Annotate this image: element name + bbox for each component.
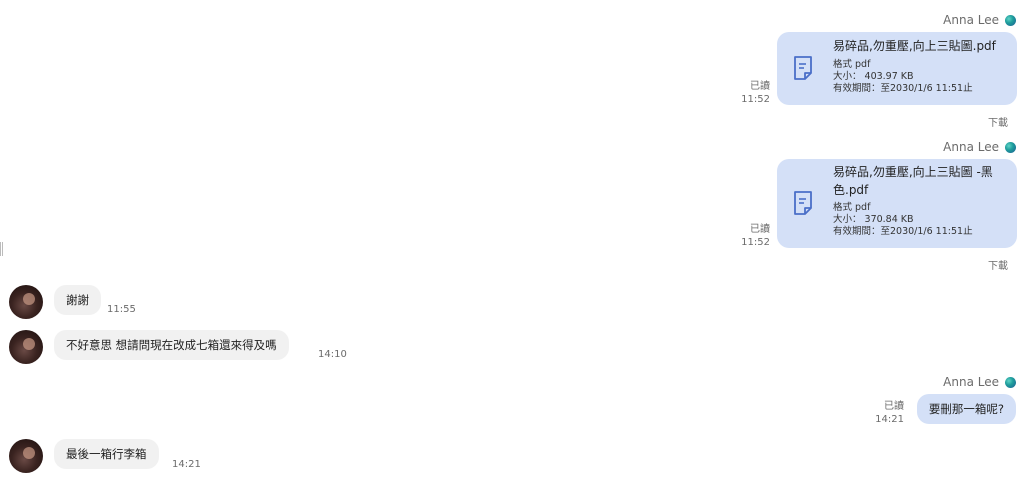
online-status-icon (1005, 14, 1016, 26)
online-status-icon (1005, 376, 1016, 388)
contact-avatar[interactable] (9, 330, 43, 364)
file-name: 易碎品,勿重壓,向上三貼圖.pdf (833, 39, 996, 53)
document-icon (794, 191, 812, 215)
file-expiry: 有效期間：至2030/1/6 11:51止 (833, 226, 973, 237)
read-receipt: 已讀 (884, 401, 904, 412)
sender-label: Anna Lee (943, 140, 999, 154)
incoming-message-bubble: 不好意思 想請問現在改成七箱還來得及嗎 (54, 330, 289, 360)
sender-label: Anna Lee (943, 13, 999, 27)
file-format: 格式 pdf (833, 59, 871, 70)
file-format: 格式 pdf (833, 202, 871, 213)
file-size: 大小： 370.84 KB (833, 214, 914, 225)
read-receipt: 已讀 (750, 81, 770, 92)
outgoing-message-bubble: 要刪那一箱呢? (916, 394, 1016, 424)
message-meta: 已讀 11:52 (741, 80, 770, 106)
incoming-message-bubble: 謝謝 (54, 285, 101, 315)
file-name-line-1: 易碎品,勿重壓,向上三貼圖 -黑 (833, 165, 993, 179)
file-message-bubble[interactable]: 易碎品,勿重壓,向上三貼圖 -黑 色.pdf 格式 pdf 大小： 370.84… (777, 159, 1017, 248)
contact-avatar[interactable] (9, 439, 43, 473)
document-icon (794, 56, 812, 80)
sender-label: Anna Lee (943, 375, 999, 389)
message-time: 14:10 (318, 349, 347, 360)
message-time: 11:55 (107, 304, 136, 315)
read-receipt: 已讀 (750, 224, 770, 235)
message-time: 14:21 (875, 414, 904, 425)
download-link[interactable]: 下載 (988, 257, 1008, 272)
contact-avatar[interactable] (9, 285, 43, 319)
sender-name: Anna Lee (943, 13, 1016, 27)
online-status-icon (1005, 141, 1016, 153)
download-link[interactable]: 下載 (988, 114, 1008, 129)
file-expiry: 有效期間：至2030/1/6 11:51止 (833, 83, 973, 94)
sender-name: Anna Lee (943, 375, 1016, 389)
sender-name: Anna Lee (943, 140, 1016, 154)
file-size: 大小： 403.97 KB (833, 71, 914, 82)
message-time: 14:21 (172, 459, 201, 470)
message-meta: 已讀 11:52 (741, 223, 770, 249)
message-time: 11:52 (741, 237, 770, 248)
incoming-message-bubble: 最後一箱行李箱 (54, 439, 159, 469)
panel-resize-handle[interactable] (0, 242, 3, 256)
file-message-bubble[interactable]: 易碎品,勿重壓,向上三貼圖.pdf 格式 pdf 大小： 403.97 KB 有… (777, 32, 1017, 105)
message-time: 11:52 (741, 94, 770, 105)
message-meta: 已讀 14:21 (875, 400, 904, 426)
file-name-line-2: 色.pdf (833, 183, 869, 197)
